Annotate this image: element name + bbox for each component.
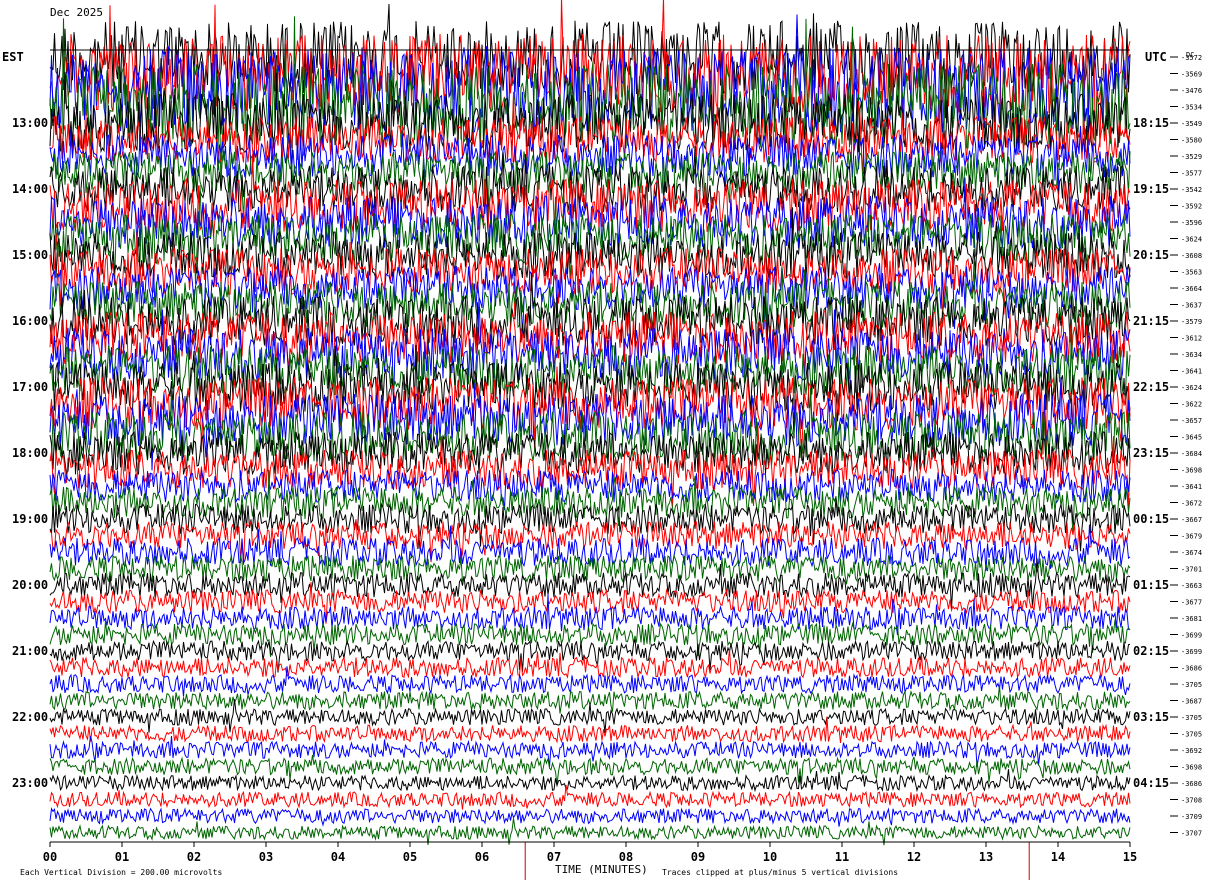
dc-offset-label: -3569 [1181, 71, 1202, 79]
dc-offset-label: -3634 [1181, 351, 1202, 359]
x-tick-label: 06 [475, 850, 489, 864]
left-hour-label: 20:00 [12, 578, 48, 592]
dc-offset-label: -3709 [1181, 813, 1202, 821]
left-hour-label: 13:00 [12, 116, 48, 130]
dc-offset-label: -3705 [1181, 731, 1202, 739]
left-hour-label: 14:00 [12, 182, 48, 196]
dc-offset-label: -3692 [1181, 747, 1202, 755]
dc-offset-label: -3476 [1181, 87, 1202, 95]
left-hour-label: 21:00 [12, 644, 48, 658]
right-hour-label: 01:15 [1133, 578, 1169, 592]
x-tick-label: 10 [763, 850, 777, 864]
dc-offset-label: -3679 [1181, 533, 1202, 541]
dc-offset-label: -3563 [1181, 269, 1202, 277]
x-tick-label: 11 [835, 850, 849, 864]
right-hour-label: 00:15 [1133, 512, 1169, 526]
x-tick-label: 01 [115, 850, 129, 864]
dc-offset-label: -3699 [1181, 648, 1202, 656]
x-tick-label: 05 [403, 850, 417, 864]
x-tick-label: 07 [547, 850, 561, 864]
dc-offset-label: -3622 [1181, 401, 1202, 409]
dc-offset-label: -3701 [1181, 566, 1202, 574]
right-hour-label: 21:15 [1133, 314, 1169, 328]
dc-offset-label: -3529 [1181, 153, 1202, 161]
dc-offset-label: -3612 [1181, 335, 1202, 343]
dc-offset-label: -3641 [1181, 368, 1202, 376]
dc-offset-label: -3664 [1181, 285, 1202, 293]
x-tick-label: 02 [187, 850, 201, 864]
dc-offset-label: -3534 [1181, 104, 1202, 112]
left-hour-label: 18:00 [12, 446, 48, 460]
dc-offset-label: -3580 [1181, 137, 1202, 145]
right-hour-label: 19:15 [1133, 182, 1169, 196]
right-hour-label: 18:15 [1133, 116, 1169, 130]
x-tick-label: 15 [1123, 850, 1137, 864]
x-tick-label: 13 [979, 850, 993, 864]
dc-offset-label: -3645 [1181, 434, 1202, 442]
x-tick-label: 00 [43, 850, 57, 864]
dc-offset-label: -3708 [1181, 797, 1202, 805]
left-hour-label: 23:00 [12, 776, 48, 790]
dc-offset-label: -3698 [1181, 467, 1202, 475]
left-hour-label: 15:00 [12, 248, 48, 262]
dc-offset-label: -3698 [1181, 764, 1202, 772]
dc-offset-label: -3624 [1181, 384, 1202, 392]
dc-offset-label: -3577 [1181, 170, 1202, 178]
left-hour-label: 22:00 [12, 710, 48, 724]
scale-note: Each Vertical Division = 200.00 microvol… [20, 868, 222, 877]
dc-offset-label: -3687 [1181, 698, 1202, 706]
right-hour-label: 20:15 [1133, 248, 1169, 262]
left-zone-label: EST [2, 50, 24, 64]
left-hour-label: 16:00 [12, 314, 48, 328]
dc-offset-label: -3663 [1181, 582, 1202, 590]
dc-offset-label: -3681 [1181, 615, 1202, 623]
right-zone-label: UTC [1145, 50, 1167, 64]
dc-offset-label: -3705 [1181, 681, 1202, 689]
dc-offset-label: -3677 [1181, 599, 1202, 607]
dc-offset-label: -3579 [1181, 318, 1202, 326]
x-axis-label: TIME (MINUTES) [555, 863, 648, 876]
dc-heading: DC [1186, 51, 1194, 59]
dc-offset-label: -3705 [1181, 714, 1202, 722]
dc-offset-label: -3592 [1181, 203, 1202, 211]
dc-offset-label: -3707 [1181, 830, 1202, 838]
dc-offset-label: -3686 [1181, 665, 1202, 673]
date-line: Dec 2025 [50, 6, 103, 19]
dc-offset-label: -3657 [1181, 417, 1202, 425]
dc-offset-label: -3672 [1181, 500, 1202, 508]
dc-offset-label: -3549 [1181, 120, 1202, 128]
dc-offset-label: -3699 [1181, 632, 1202, 640]
dc-offset-label: -3542 [1181, 186, 1202, 194]
helicorder-chart: 00 01 02 03 04 05 06 07 08 09 10 11 12 13 14 15 13:00 14… [0, 0, 1210, 886]
dc-offset-label: -3641 [1181, 483, 1202, 491]
right-hour-label: 04:15 [1133, 776, 1169, 790]
x-tick-label: 08 [619, 850, 633, 864]
dc-offset-label: -3596 [1181, 219, 1202, 227]
left-hour-label: 17:00 [12, 380, 48, 394]
x-tick-label: 09 [691, 850, 705, 864]
left-hour-label: 19:00 [12, 512, 48, 526]
dc-offset-label: -3686 [1181, 780, 1202, 788]
x-tick-label: 14 [1051, 850, 1065, 864]
dc-offset-label: -3624 [1181, 236, 1202, 244]
dc-offset-label: -3684 [1181, 450, 1202, 458]
x-tick-label: 12 [907, 850, 921, 864]
x-tick-label: 04 [331, 850, 345, 864]
clip-note: Traces clipped at plus/minus 5 vertical … [662, 868, 898, 877]
right-hour-label: 22:15 [1133, 380, 1169, 394]
x-tick-label: 03 [259, 850, 273, 864]
right-hour-label: 03:15 [1133, 710, 1169, 724]
right-hour-label: 02:15 [1133, 644, 1169, 658]
dc-offset-label: -3674 [1181, 549, 1202, 557]
right-hour-label: 23:15 [1133, 446, 1169, 460]
dc-offset-label: -3637 [1181, 302, 1202, 310]
dc-offset-label: -3667 [1181, 516, 1202, 524]
dc-offset-label: -3608 [1181, 252, 1202, 260]
